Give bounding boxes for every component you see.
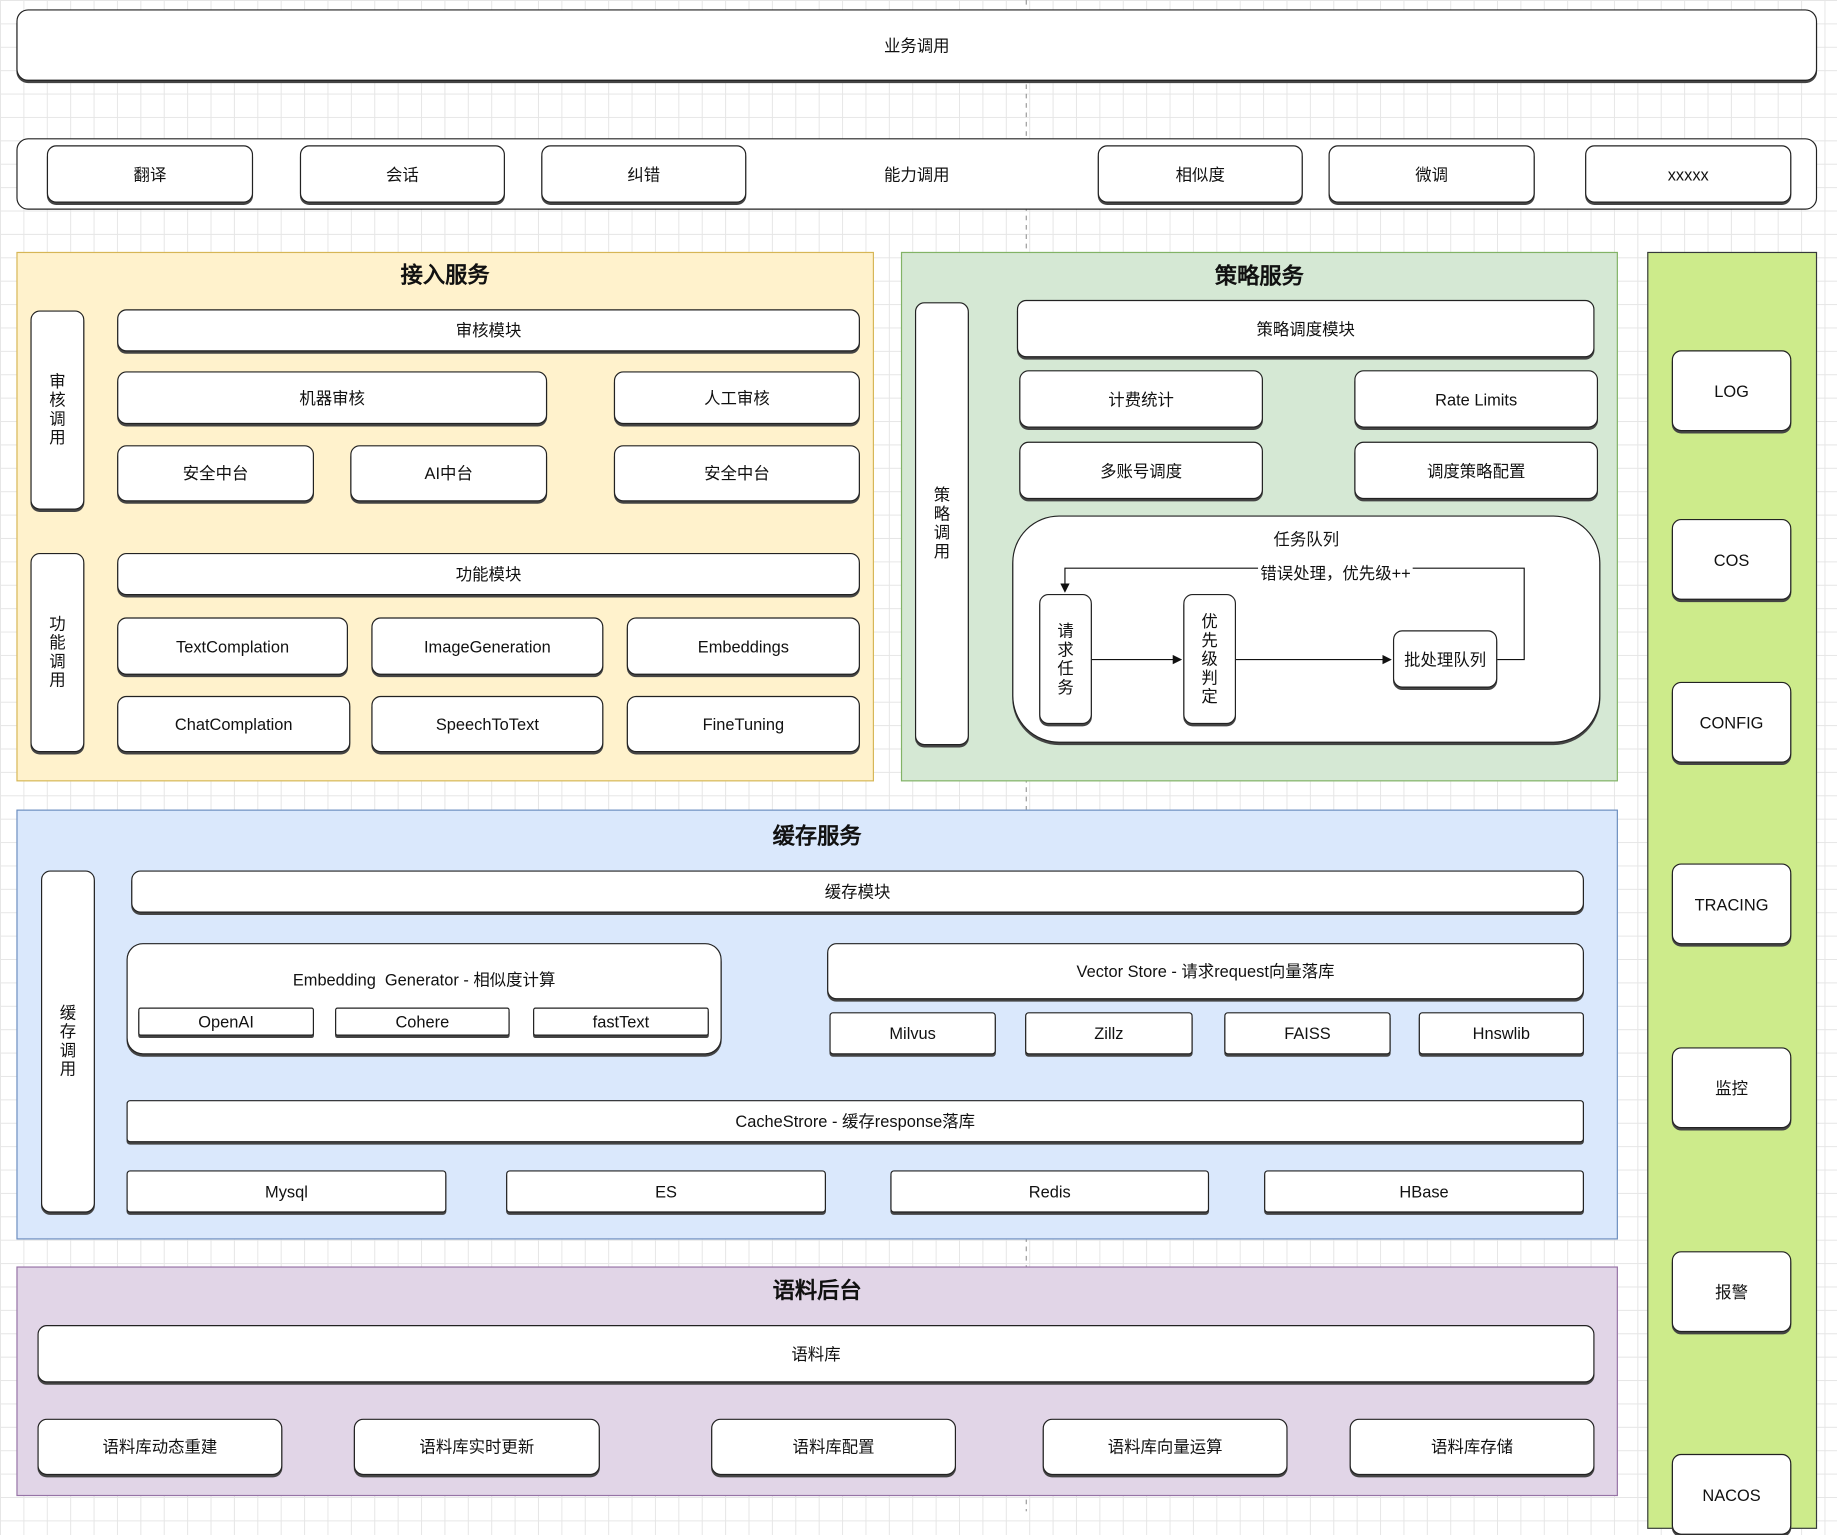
ops-log: LOG bbox=[1671, 350, 1792, 432]
store-mysql: Mysql bbox=[126, 1170, 447, 1213]
ops-alerting: 报警 bbox=[1671, 1251, 1792, 1333]
corpus-storage: 语料库存储 bbox=[1349, 1418, 1595, 1475]
ops-config: CONFIG bbox=[1671, 681, 1792, 763]
cache-module: 缓存模块 bbox=[131, 870, 1584, 913]
vector-faiss: FAISS bbox=[1224, 1012, 1391, 1055]
batch-queue: 批处理队列 bbox=[1392, 630, 1498, 688]
vector-store: Vector Store - 请求request向量落库 bbox=[827, 943, 1584, 1000]
ops-monitoring: 监控 bbox=[1671, 1047, 1792, 1129]
cache-service-title: 缓存服务 bbox=[772, 824, 862, 850]
corpus-realtime-update: 语料库实时更新 bbox=[353, 1418, 600, 1475]
cache-call: 缓存调用 bbox=[41, 870, 95, 1213]
corpus-vector-ops: 语料库向量运算 bbox=[1042, 1418, 1288, 1475]
store-es: ES bbox=[506, 1170, 826, 1213]
embedder-fasttext: fastText bbox=[533, 1007, 709, 1036]
error-handling-label: 错误处理，优先级++ bbox=[1258, 561, 1414, 585]
ops-nacos: NACOS bbox=[1671, 1453, 1792, 1535]
embedder-cohere: Cohere bbox=[335, 1007, 510, 1036]
ops-tracing: TRACING bbox=[1671, 863, 1792, 945]
embedding-generator: Embedding Generator - 相似度计算 bbox=[126, 943, 722, 1055]
request-task: 请求任务 bbox=[1039, 593, 1092, 725]
corpus-dynamic-rebuild: 语料库动态重建 bbox=[37, 1418, 283, 1475]
cache-store: CacheStrore - 缓存response落库 bbox=[126, 1100, 1584, 1143]
corpus-backend-title: 语料后台 bbox=[772, 1279, 862, 1304]
corpus-config: 语料库配置 bbox=[711, 1418, 956, 1475]
priority-judge: 优先级判定 bbox=[1183, 593, 1236, 725]
embedder-openai: OpenAI bbox=[138, 1007, 314, 1036]
store-hbase: HBase bbox=[1264, 1170, 1584, 1213]
store-redis: Redis bbox=[890, 1170, 1210, 1213]
vector-milvus: Milvus bbox=[829, 1012, 996, 1055]
vector-zillz: Zillz bbox=[1025, 1012, 1193, 1055]
embedding-generator-label: Embedding Generator - 相似度计算 bbox=[292, 970, 556, 989]
corpus-library: 语料库 bbox=[37, 1325, 1595, 1383]
architecture-diagram: 业务调用 能力调用 翻译 会话 纠错 相似度 微调 xxxxx 接入服务 审核调… bbox=[0, 0, 1837, 1535]
ops-cos: COS bbox=[1671, 519, 1792, 600]
vector-hnswlib: Hnswlib bbox=[1418, 1012, 1584, 1055]
